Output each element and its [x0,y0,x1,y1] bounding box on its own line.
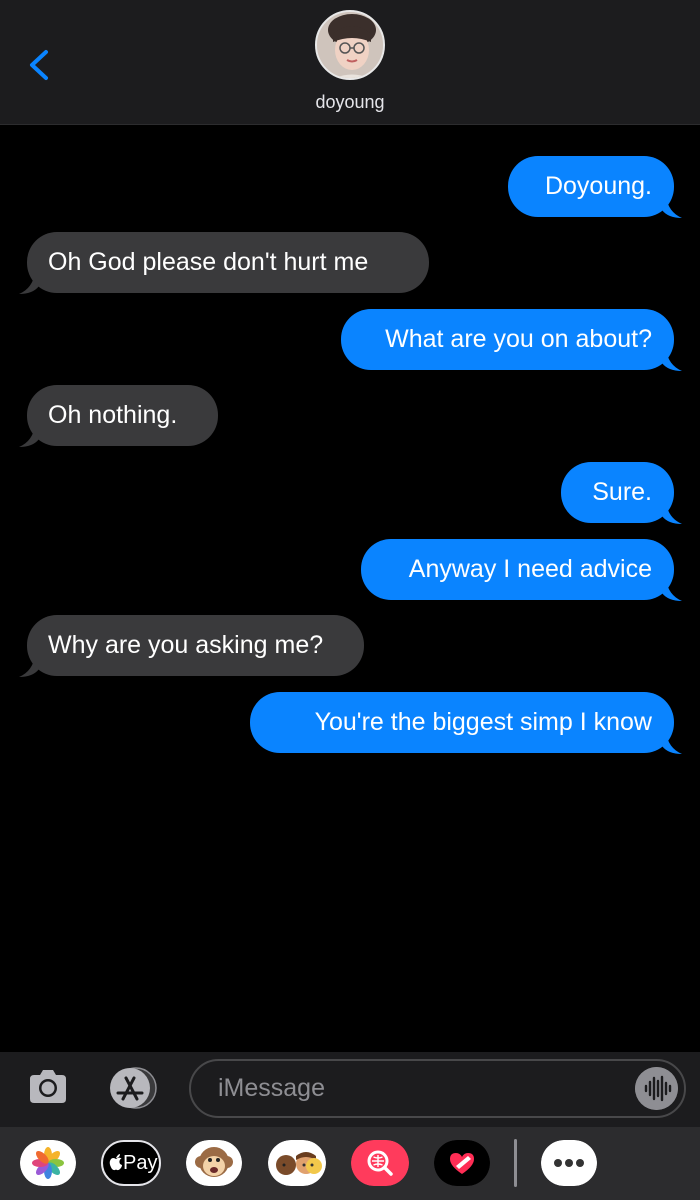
bubble-tail [662,349,682,371]
avatar-photo [317,12,383,78]
back-chevron-icon[interactable] [22,44,58,86]
bubble-tail [19,272,39,294]
app-store-icon[interactable] [106,1066,160,1110]
message-input-placeholder: iMessage [218,1074,325,1102]
apple-pay-label: Pay [123,1152,158,1174]
message-bubble-sent[interactable]: What are you on about? [341,309,682,371]
message-text: Doyoung. [544,172,652,200]
message-text: Oh God please don't hurt me [48,248,369,276]
apple-pay-icon[interactable]: Pay [101,1140,161,1186]
bubble-tail [662,732,682,754]
bubble-tail [19,655,39,677]
message-text: What are you on about? [385,325,652,353]
message-bubble-sent[interactable]: Sure. [561,462,682,524]
message-text: Sure. [592,478,652,506]
message-text: Anyway I need advice [408,555,652,583]
app-strip-divider [514,1139,517,1187]
camera-icon[interactable] [26,1065,70,1109]
photos-icon[interactable] [20,1140,76,1186]
message-bubble-received[interactable]: Why are you asking me? [19,615,364,677]
message-input[interactable]: iMessage [189,1059,686,1118]
animoji-monkey-icon[interactable] [186,1140,242,1186]
bubble-tail [662,579,682,601]
conversation-header: doyoung [0,0,700,125]
bubble-tail [662,502,682,524]
message-text: You're the biggest simp I know [314,708,652,736]
memoji-icon[interactable] [268,1140,326,1186]
message-bubble-sent[interactable]: Anyway I need advice [361,539,682,601]
contact-avatar[interactable] [315,10,385,80]
digital-touch-icon[interactable] [434,1140,490,1186]
apple-logo-icon [109,1154,122,1171]
message-bubble-received[interactable]: Oh God please don't hurt me [19,232,429,294]
images-search-icon[interactable] [351,1140,409,1186]
more-icon[interactable] [541,1140,597,1186]
audio-waveform-icon[interactable] [635,1067,678,1110]
message-text: Why are you asking me? [48,631,324,659]
message-bubble-sent[interactable]: You're the biggest simp I know [250,692,682,754]
message-text: Oh nothing. [48,401,178,429]
bubble-tail [662,196,682,218]
message-bubble-received[interactable]: Oh nothing. [19,385,218,447]
contact-name[interactable]: doyoung [0,92,700,113]
message-bubble-sent[interactable]: Doyoung. [508,156,682,218]
bubble-tail [19,425,39,447]
